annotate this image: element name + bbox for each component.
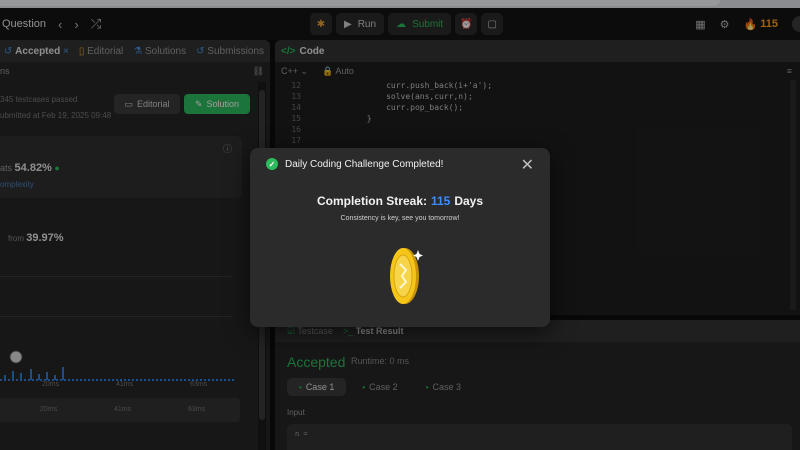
challenge-complete-dialog: ✓ Daily Coding Challenge Completed! ✕ Co… [250,148,550,327]
coin-icon [390,248,423,304]
completion-streak: Completion Streak: 115 Days [316,194,484,208]
dialog-title: Daily Coding Challenge Completed! [285,159,444,170]
dialog-message: Consistency is key, see you tomorrow! [340,215,460,222]
streak-count: 115 [430,194,451,208]
check-circle-icon: ✓ [266,158,278,170]
close-icon[interactable]: ✕ [521,155,534,175]
